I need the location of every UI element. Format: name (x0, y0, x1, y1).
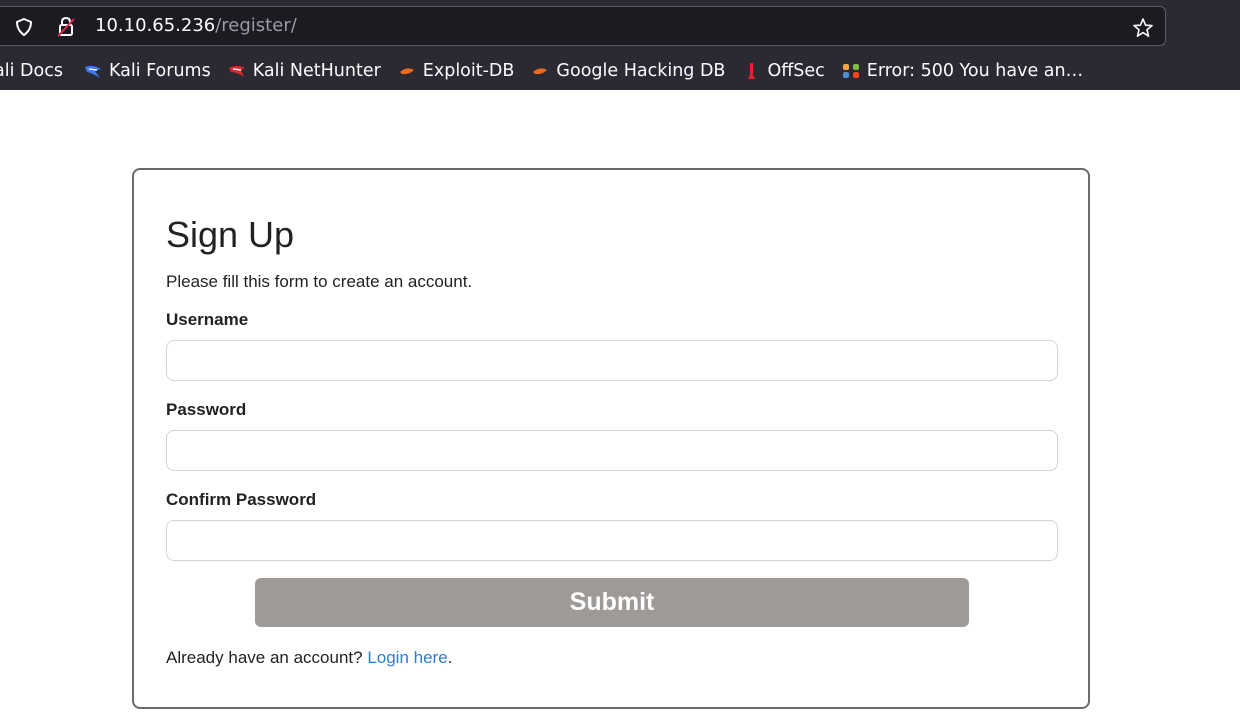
page-title: Sign Up (166, 214, 295, 255)
url-host: 10.10.65.236 (95, 15, 216, 36)
bookmark-kali-nethunter[interactable]: Kali NetHunter (227, 61, 381, 81)
bookmark-label: Exploit-DB (422, 61, 515, 81)
submit-button[interactable]: Submit (255, 578, 969, 627)
bookmark-google-hacking-db[interactable]: Google Hacking DB (530, 61, 725, 81)
browser-chrome: 10.10.65.236/register/ ali Docs Kali For… (0, 0, 1240, 90)
confirm-password-input[interactable] (166, 520, 1058, 561)
password-label: Password (166, 400, 247, 419)
confirm-password-label: Confirm Password (166, 490, 317, 509)
address-bar[interactable]: 10.10.65.236/register/ (0, 6, 1166, 46)
bookmark-offsec[interactable]: OffSec (741, 61, 825, 81)
tracking-shield-icon[interactable] (14, 17, 34, 41)
exploit-db-icon (397, 61, 417, 81)
google-hacking-db-icon (530, 61, 550, 81)
bookmark-label: Kali Forums (108, 61, 211, 81)
bookmark-label: Google Hacking DB (556, 61, 726, 81)
username-label: Username (166, 310, 249, 329)
bookmark-error-500[interactable]: Error: 500 You have an… (841, 61, 1083, 81)
bookmark-label: ali Docs (0, 61, 63, 81)
login-prompt-end: . (447, 648, 453, 667)
bookmark-exploit-db[interactable]: Exploit-DB (397, 61, 515, 81)
url-text[interactable]: 10.10.65.236/register/ (95, 15, 297, 36)
bookmark-kali-docs[interactable]: ali Docs (0, 61, 63, 81)
insecure-lock-icon[interactable] (55, 16, 77, 42)
bookmarks-toolbar: ali Docs Kali Forums Kali NetHunter Expl… (0, 54, 1099, 88)
login-prompt: Already have an account? Login here. (166, 648, 452, 668)
bookmark-label: OffSec (767, 61, 825, 81)
username-input[interactable] (166, 340, 1058, 381)
joomla-icon (841, 61, 861, 81)
password-input[interactable] (166, 430, 1058, 471)
bookmark-label: Error: 500 You have an… (866, 61, 1084, 81)
url-path: /register/ (215, 15, 297, 36)
bookmark-label: Kali NetHunter (252, 61, 381, 81)
form-subtitle: Please fill this form to create an accou… (166, 272, 473, 291)
kali-nethunter-icon (227, 61, 247, 81)
kali-forums-icon (83, 61, 103, 81)
bookmark-star-icon[interactable] (1132, 17, 1154, 43)
offsec-icon (741, 61, 761, 81)
signup-card: Sign Up Please fill this form to create … (132, 168, 1090, 709)
login-link[interactable]: Login here (367, 648, 447, 667)
login-prompt-text: Already have an account? (166, 648, 368, 667)
bookmark-kali-forums[interactable]: Kali Forums (83, 61, 211, 81)
